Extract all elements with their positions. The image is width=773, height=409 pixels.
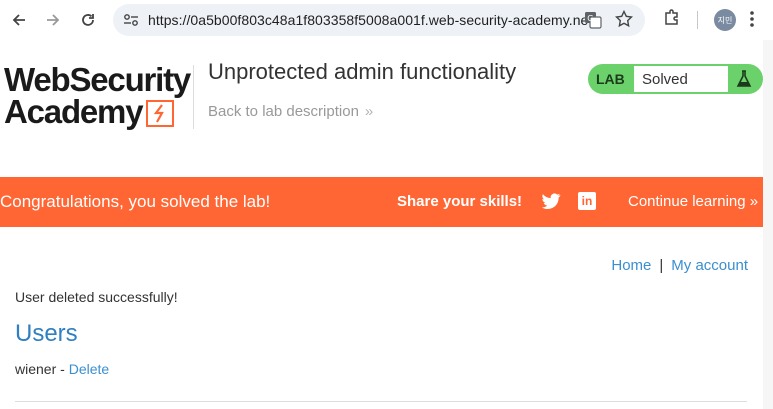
star-icon[interactable]: [614, 9, 634, 33]
svg-text:G: G: [587, 14, 593, 23]
logo-mark-icon: [146, 100, 174, 127]
double-chevron-icon: »: [364, 103, 374, 120]
site-info-icon[interactable]: [123, 13, 139, 32]
scrollbar[interactable]: [763, 40, 773, 409]
linkedin-icon[interactable]: in: [578, 192, 596, 210]
web-security-academy-logo[interactable]: WebSecurity Academy: [4, 63, 191, 133]
content-divider: [15, 401, 747, 402]
back-link-label[interactable]: Back to lab description: [208, 103, 359, 120]
lab-title: Unprotected admin functionality: [208, 59, 517, 84]
twitter-icon[interactable]: [541, 193, 561, 215]
url-text[interactable]: https://0a5b00f803c48a1f803358f5008a001f…: [148, 12, 600, 28]
user-row: wiener - Delete: [15, 361, 109, 377]
more-menu-icon[interactable]: [749, 9, 755, 34]
back-to-lab-description-link[interactable]: Back to lab description »: [208, 103, 373, 120]
extensions-icon[interactable]: [663, 8, 681, 31]
browser-toolbar: https://0a5b00f803c48a1f803358f5008a001f…: [0, 0, 773, 40]
lab-status-widget: LAB Solved: [588, 64, 763, 94]
users-heading: Users: [15, 320, 78, 347]
share-label: Share your skills!: [397, 193, 523, 210]
nav-separator: |: [659, 257, 664, 274]
lab-badge: LAB: [596, 71, 625, 87]
top-nav: Home | My account: [611, 257, 748, 274]
forward-arrow-icon[interactable]: [42, 9, 64, 31]
my-account-link[interactable]: My account: [671, 257, 748, 274]
delete-user-link[interactable]: Delete: [69, 361, 109, 377]
user-name: wiener: [15, 361, 57, 377]
header-divider: [193, 65, 194, 129]
lab-status-text: Solved: [642, 71, 688, 88]
congratulations-message: Congratulations, you solved the lab!: [0, 192, 271, 211]
home-link[interactable]: Home: [611, 257, 651, 274]
flask-icon: [736, 70, 752, 93]
back-arrow-icon[interactable]: [8, 9, 30, 31]
profile-avatar[interactable]: 지민: [714, 9, 736, 31]
address-bar[interactable]: https://0a5b00f803c48a1f803358f5008a001f…: [113, 4, 645, 36]
continue-learning-link[interactable]: Continue learning »: [628, 193, 758, 210]
lab-status-box: Solved: [634, 66, 728, 92]
solved-banner: Congratulations, you solved the lab! Sha…: [0, 177, 773, 227]
status-message: User deleted successfully!: [15, 289, 178, 305]
toolbar-divider: [697, 11, 698, 29]
translate-icon[interactable]: G: [584, 11, 602, 34]
user-separator: -: [56, 361, 69, 377]
reload-icon[interactable]: [77, 9, 99, 31]
